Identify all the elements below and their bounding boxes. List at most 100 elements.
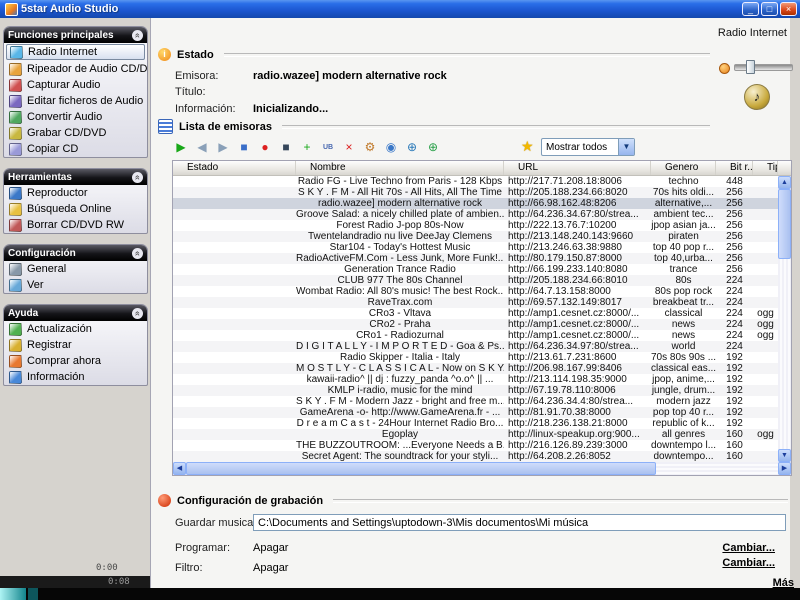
table-row[interactable]: Wombat Radio: All 80's music! The best R… bbox=[173, 286, 778, 297]
table-row[interactable]: RadioActiveFM.Com - Less Junk, More Funk… bbox=[173, 253, 778, 264]
table-row[interactable]: D I G I T A L L Y - I M P O R T E D - Go… bbox=[173, 341, 778, 352]
table-row[interactable]: kawaii-radio^ || dj : fuzzy_panda ^o.o^ … bbox=[173, 374, 778, 385]
sidebar-item[interactable]: Reproductor bbox=[4, 185, 147, 201]
table-row[interactable]: Radio FG - Live Techno from Paris - 128 … bbox=[173, 176, 778, 187]
sidebar-item[interactable]: Comprar ahora bbox=[4, 353, 147, 369]
preview-icon[interactable]: ◉ bbox=[382, 138, 400, 156]
table-row[interactable]: Radio Skipper - Italia - Italy http://213… bbox=[173, 352, 778, 363]
vertical-scrollbar-thumb[interactable] bbox=[778, 189, 791, 259]
sidebar-item[interactable]: Editar ficheros de Audio bbox=[4, 93, 147, 109]
web-globe-icon[interactable]: ⊕ bbox=[424, 138, 442, 156]
collapse-icon[interactable]: « bbox=[132, 247, 143, 259]
column-header[interactable]: Bit r... bbox=[716, 161, 753, 175]
collapse-icon[interactable]: « bbox=[132, 307, 143, 319]
table-row[interactable]: Groove Salad: a nicely chilled plate of … bbox=[173, 209, 778, 220]
table-row[interactable]: Forest Radio J-pop 80s-Now http://222.13.… bbox=[173, 220, 778, 231]
favorites-star-icon[interactable]: ★ bbox=[521, 138, 534, 155]
table-row[interactable]: S K Y . F M - All Hit 70s - All Hits, Al… bbox=[173, 187, 778, 198]
sidebar-item[interactable]: Borrar CD/DVD RW bbox=[4, 217, 147, 233]
record-icon[interactable]: ● bbox=[256, 138, 274, 156]
play-icon[interactable]: ▶ bbox=[172, 138, 190, 156]
column-header[interactable]: URL bbox=[504, 161, 651, 175]
sidebar-group-header[interactable]: Ayuda « bbox=[4, 305, 147, 321]
column-header[interactable]: Tipo bbox=[753, 161, 778, 175]
music-note-icon[interactable]: ♪ bbox=[744, 84, 770, 110]
column-header[interactable]: Genero bbox=[651, 161, 716, 175]
table-row[interactable]: CLUB 977 The 80s Channel http://205.188.2… bbox=[173, 275, 778, 286]
table-row[interactable]: Star104 - Today's Hottest Music http://21… bbox=[173, 242, 778, 253]
sidebar-group-header[interactable]: Herramientas « bbox=[4, 169, 147, 185]
add-url-icon[interactable]: UB bbox=[319, 138, 337, 156]
table-row[interactable]: Twentelandradio nu live DeeJay Clemens ht… bbox=[173, 231, 778, 242]
sidebar-item[interactable]: Capturar Audio bbox=[4, 77, 147, 93]
table-row[interactable]: THE BUZZOUTROOM: ...Everyone Needs a B..… bbox=[173, 440, 778, 451]
table-row[interactable]: GameArena -o- http://www.GameArena.fr - … bbox=[173, 407, 778, 418]
sidebar-item[interactable]: Búsqueda Online bbox=[4, 201, 147, 217]
scroll-up-icon[interactable]: ▲ bbox=[778, 176, 791, 189]
volume-slider-thumb[interactable] bbox=[746, 60, 755, 74]
table-row[interactable]: M O S T L Y - C L A S S I C A L - Now on… bbox=[173, 363, 778, 374]
sidebar-group-header[interactable]: Funciones principales « bbox=[4, 27, 147, 43]
table-row[interactable]: RaveTrax.com http://69.57.132.149:8017 bre… bbox=[173, 297, 778, 308]
table-row[interactable]: Egoplay http://linux-speakup.org:900... al… bbox=[173, 429, 778, 440]
stop-icon[interactable]: ■ bbox=[277, 138, 295, 156]
cell-bit: 192 bbox=[726, 352, 743, 363]
add-station-icon[interactable]: + bbox=[298, 138, 316, 156]
table-row[interactable]: Secret Agent: The soundtrack for your st… bbox=[173, 451, 778, 462]
table-row[interactable]: CRo2 - Praha http://amp1.cesnet.cz:8000/.… bbox=[173, 319, 778, 330]
cambiar-filtro-link[interactable]: Cambiar... bbox=[722, 557, 775, 569]
sidebar-item[interactable]: Registrar bbox=[4, 337, 147, 353]
horizontal-scrollbar[interactable]: ◀ ▶ bbox=[173, 462, 791, 475]
minimize-button[interactable]: _ bbox=[742, 2, 759, 16]
sidebar-item[interactable]: Radio Internet bbox=[6, 44, 145, 60]
cambiar-programar-link[interactable]: Cambiar... bbox=[722, 542, 775, 554]
table-row[interactable]: radio.wazee] modern alternative rock http… bbox=[173, 198, 778, 209]
close-button[interactable]: × bbox=[780, 2, 797, 16]
title-bar[interactable]: 5star Audio Studio _ □ × bbox=[0, 0, 800, 18]
horizontal-scrollbar-thumb[interactable] bbox=[186, 462, 656, 475]
sidebar-item[interactable]: Ripeador de Audio CD/DVD bbox=[4, 61, 147, 77]
web-mail-icon[interactable]: ⊕ bbox=[403, 138, 421, 156]
player-icon bbox=[9, 186, 22, 200]
volume-knob[interactable] bbox=[719, 63, 730, 74]
table-row[interactable]: CRo3 - Vltava http://amp1.cesnet.cz:8000/… bbox=[173, 308, 778, 319]
scroll-right-icon[interactable]: ▶ bbox=[778, 462, 791, 475]
sidebar-item[interactable]: General bbox=[4, 261, 147, 277]
vertical-scrollbar[interactable]: ▲ ▼ bbox=[778, 176, 791, 462]
table-row[interactable]: CRo1 - Radiozurnal http://amp1.cesnet.cz:… bbox=[173, 330, 778, 341]
sidebar-item[interactable]: Información bbox=[4, 369, 147, 385]
cell-tipo bbox=[753, 275, 778, 286]
table-row[interactable]: KMLP i-radio, music for the mind http://6… bbox=[173, 385, 778, 396]
prev-icon[interactable]: ◀ bbox=[193, 138, 211, 156]
cell-nombre: Wombat Radio: All 80's music! The best R… bbox=[296, 286, 504, 297]
cell-genero: 70s 80s 90s ... bbox=[651, 352, 716, 363]
sidebar-item[interactable]: Copiar CD bbox=[4, 141, 147, 157]
scroll-left-icon[interactable]: ◀ bbox=[173, 462, 186, 475]
sidebar-item[interactable]: Ver bbox=[4, 277, 147, 293]
chevron-down-icon[interactable]: ▼ bbox=[618, 139, 634, 155]
delete-station-icon[interactable]: × bbox=[340, 138, 358, 156]
sidebar-item[interactable]: Actualización bbox=[4, 321, 147, 337]
cell-estado bbox=[173, 198, 296, 209]
table-row[interactable]: S K Y . F M - Modern Jazz - bright and f… bbox=[173, 396, 778, 407]
scroll-down-icon[interactable]: ▼ bbox=[778, 449, 791, 462]
table-row[interactable]: Generation Trance Radio http://66.199.233… bbox=[173, 264, 778, 275]
volume-slider[interactable] bbox=[734, 64, 793, 71]
next-icon[interactable]: ▶ bbox=[214, 138, 232, 156]
cell-bit: 256 bbox=[726, 264, 743, 275]
maximize-button[interactable]: □ bbox=[761, 2, 778, 16]
sidebar-group-header[interactable]: Configuración « bbox=[4, 245, 147, 261]
divider bbox=[223, 52, 710, 57]
filter-dropdown[interactable]: Mostrar todos ▼ bbox=[541, 138, 635, 156]
sidebar-item[interactable]: Grabar CD/DVD bbox=[4, 125, 147, 141]
column-header[interactable]: Nombre bbox=[296, 161, 504, 175]
save-path-input[interactable] bbox=[253, 514, 786, 531]
open-icon[interactable]: ■ bbox=[235, 138, 253, 156]
table-row[interactable]: D r e a m C a s t - 24Hour Internet Radi… bbox=[173, 418, 778, 429]
properties-icon[interactable]: ⚙ bbox=[361, 138, 379, 156]
sidebar-item[interactable]: Convertir Audio bbox=[4, 109, 147, 125]
column-header[interactable]: Estado bbox=[173, 161, 296, 175]
collapse-icon[interactable]: « bbox=[132, 29, 143, 41]
sidebar-item-label: Capturar Audio bbox=[27, 79, 101, 91]
collapse-icon[interactable]: « bbox=[132, 171, 143, 183]
